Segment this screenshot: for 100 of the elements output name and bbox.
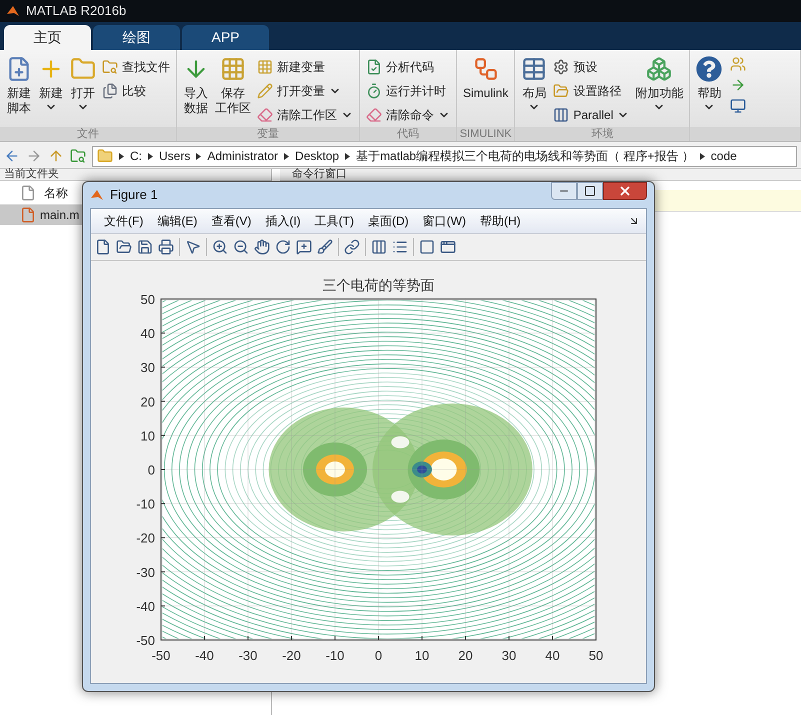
legend-icon[interactable] bbox=[392, 239, 408, 255]
chevron-right-icon bbox=[119, 152, 124, 160]
ribbon-button[interactable]: 附加功能 bbox=[633, 56, 686, 127]
new-file-icon[interactable] bbox=[95, 239, 111, 255]
plot-title: 三个电荷的等势面 bbox=[322, 278, 434, 294]
tick-label: 40 bbox=[545, 648, 560, 663]
ribbon-group-footer: SIMULINK bbox=[457, 127, 514, 141]
path-segment[interactable]: Administrator bbox=[207, 147, 278, 165]
tick-label: 30 bbox=[502, 648, 516, 663]
tick-label: -30 bbox=[238, 648, 258, 663]
ribbon-small-button[interactable]: 分析代码 bbox=[366, 56, 450, 77]
browse-folder-icon[interactable] bbox=[70, 148, 86, 164]
ribbon-tab[interactable]: 主页 bbox=[4, 25, 91, 50]
pointer-icon[interactable] bbox=[185, 239, 201, 255]
colorbar-icon[interactable] bbox=[371, 239, 387, 255]
timer-icon bbox=[366, 82, 382, 98]
hand-icon[interactable] bbox=[254, 239, 270, 255]
ribbon-small-button[interactable]: 清除工作区 bbox=[257, 104, 353, 125]
open-folder-icon[interactable] bbox=[116, 239, 132, 255]
menu-item[interactable]: 帮助(H) bbox=[472, 212, 528, 230]
ribbon-button[interactable]: 导入 数据 bbox=[181, 56, 211, 127]
ribbon-small-button[interactable]: 设置路径 bbox=[553, 80, 630, 101]
menu-item[interactable]: 查看(V) bbox=[204, 212, 258, 230]
menu-item[interactable]: 插入(I) bbox=[258, 212, 308, 230]
ribbon-button[interactable]: 打开 bbox=[68, 56, 98, 127]
help-icon bbox=[696, 56, 722, 82]
chevron-right-icon bbox=[148, 152, 153, 160]
zoom-out-icon[interactable] bbox=[233, 239, 249, 255]
check-document-icon bbox=[366, 58, 382, 74]
path-segment[interactable]: Desktop bbox=[295, 147, 340, 165]
ribbon-button[interactable]: 帮助 bbox=[694, 56, 724, 127]
grid-icon bbox=[257, 58, 273, 74]
menu-item[interactable]: 编辑(E) bbox=[150, 212, 204, 230]
ribbon-small-button[interactable]: 运行并计时 bbox=[366, 80, 450, 101]
tick-label: 20 bbox=[140, 394, 155, 410]
zoom-in-icon[interactable] bbox=[212, 239, 228, 255]
column-header[interactable]: 名称 bbox=[44, 184, 68, 202]
back-icon[interactable] bbox=[4, 148, 20, 164]
ribbon-small-button[interactable]: 打开变量 bbox=[257, 80, 353, 101]
maximize-button[interactable] bbox=[577, 182, 603, 200]
chevron-right-icon bbox=[345, 152, 350, 160]
file-row[interactable]: main.m bbox=[0, 205, 82, 225]
tick-label: 0 bbox=[374, 648, 382, 663]
link-icon[interactable] bbox=[344, 239, 360, 255]
path-segment[interactable]: 基于matlab编程模拟三个电荷的电场线和等势面（ 程序+报告 ） bbox=[356, 147, 694, 165]
ribbon-button[interactable]: Simulink bbox=[461, 56, 510, 127]
ribbon-button[interactable]: 布局 bbox=[519, 56, 550, 127]
ribbon-group-footer: 变量 bbox=[177, 127, 359, 141]
close-button[interactable] bbox=[603, 182, 647, 200]
eraser-icon bbox=[257, 106, 273, 122]
ribbon-small-button[interactable]: Parallel bbox=[553, 104, 630, 125]
brush-icon[interactable] bbox=[317, 239, 333, 255]
tick-label: -20 bbox=[282, 648, 301, 663]
documents-icon bbox=[102, 82, 118, 98]
menu-item[interactable]: 工具(T) bbox=[308, 212, 361, 230]
menu-item[interactable]: 文件(F) bbox=[97, 212, 150, 230]
folder-search-icon bbox=[102, 58, 118, 74]
ribbon-small-button[interactable]: 查找文件 bbox=[102, 56, 170, 77]
close-icon bbox=[618, 184, 632, 198]
ribbon-small-button[interactable]: 清除命令 bbox=[366, 104, 450, 125]
ribbon-button[interactable]: 新建 bbox=[36, 56, 66, 127]
ribbon-small-button[interactable]: 新建变量 bbox=[257, 56, 353, 77]
menu-item[interactable]: 桌面(D) bbox=[360, 212, 416, 230]
settings-icon bbox=[553, 58, 570, 74]
window-icon[interactable] bbox=[440, 239, 456, 255]
ribbon-small-button[interactable]: 比较 bbox=[102, 80, 170, 101]
chevron-right-icon bbox=[196, 152, 202, 160]
columns-icon bbox=[553, 106, 570, 122]
ribbon-tab[interactable]: 绘图 bbox=[93, 25, 180, 50]
ribbon-small-button[interactable]: 预设 bbox=[553, 56, 630, 77]
save-icon[interactable] bbox=[137, 239, 153, 255]
ribbon-button[interactable]: 新建 脚本 bbox=[4, 56, 34, 127]
address-field[interactable]: C: Users Administrator Desktop 基于matlab编程模拟三个电荷的电场线和等势面（ 程序+报告 ） code bbox=[92, 146, 797, 166]
ribbon-button[interactable]: 保存 工作区 bbox=[213, 56, 253, 127]
path-segment[interactable]: Users bbox=[159, 147, 190, 165]
saddle-spot bbox=[391, 436, 410, 448]
pencil-icon bbox=[257, 82, 273, 98]
tick-label: 0 bbox=[148, 462, 155, 478]
rotate-icon[interactable] bbox=[275, 239, 291, 255]
tick-label: -10 bbox=[326, 648, 344, 663]
ribbon-group-footer: 代码 bbox=[360, 127, 456, 141]
tick-label: 10 bbox=[414, 648, 430, 663]
tick-label: -30 bbox=[136, 564, 155, 580]
folder-icon bbox=[97, 148, 113, 164]
path-segment[interactable]: code bbox=[710, 147, 737, 165]
monitor-icon[interactable] bbox=[730, 98, 746, 114]
block-diagram-icon bbox=[472, 56, 499, 82]
tick-label: 30 bbox=[140, 360, 155, 376]
data-tip-icon[interactable] bbox=[296, 239, 312, 255]
square-icon[interactable] bbox=[419, 239, 435, 255]
saddle-spot bbox=[391, 490, 410, 503]
print-icon[interactable] bbox=[158, 239, 174, 255]
ribbon-tab[interactable]: APP bbox=[182, 25, 269, 50]
menu-item[interactable]: 窗口(W) bbox=[416, 212, 473, 230]
path-segment[interactable]: C: bbox=[130, 147, 142, 165]
tick-label: 50 bbox=[140, 292, 155, 307]
tick-label: -40 bbox=[195, 648, 214, 663]
panel-title: 当前文件夹 bbox=[4, 169, 59, 180]
file-icon bbox=[20, 184, 36, 200]
eraser-icon bbox=[366, 106, 382, 122]
